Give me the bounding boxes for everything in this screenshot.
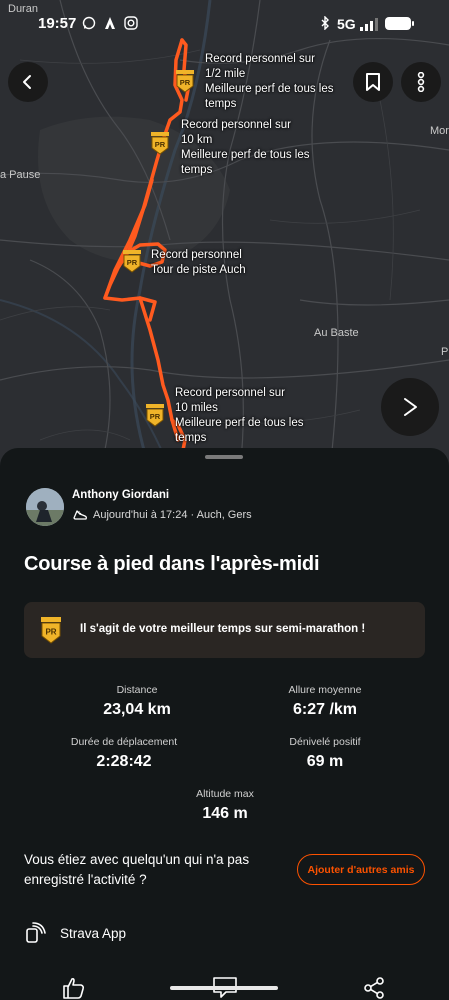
activity-details-sheet: Anthony Giordani Aujourd'hui à 17:24 · A… (0, 448, 449, 1000)
pr-medal-icon[interactable]: PR (173, 68, 197, 94)
map-place-label: Au Baste (314, 327, 359, 339)
whatsapp-icon (82, 16, 96, 30)
activity-map[interactable]: Duran Mor a Pause Au Baste P PR Record p… (0, 0, 449, 470)
flyover-play-button[interactable] (381, 378, 439, 436)
chevron-left-icon (23, 75, 31, 89)
pr-banner-text: Il s'agit de votre meilleur temps sur se… (80, 623, 366, 635)
share-icon[interactable] (362, 976, 386, 1000)
stat-moving-time: Durée de déplacement 2:28:42 (70, 736, 178, 770)
avatar[interactable] (26, 488, 64, 526)
pr-badge-text: PR (180, 78, 191, 87)
pr-medal-icon[interactable]: PR (120, 248, 144, 274)
signal-icon (360, 18, 378, 31)
back-button[interactable] (8, 62, 48, 102)
phone-device-icon (26, 922, 46, 943)
pr-medal-icon: PR (41, 617, 61, 644)
map-place-label: a Pause (0, 169, 41, 181)
status-bar: 19:57 5G (0, 0, 449, 36)
pr-medal-icon[interactable]: PR (143, 402, 167, 428)
pr-badge-text: PR (155, 140, 166, 149)
athlete-name[interactable]: Anthony Giordani (72, 489, 169, 501)
pr-banner[interactable]: PR Il s'agit de votre meilleur temps sur… (24, 602, 425, 658)
pr-label-track-lap: Record personnel Tour de piste Auch (151, 249, 246, 276)
strava-icon (105, 17, 115, 29)
activity-meta: Aujourd'hui à 17:24 · Auch, Gers (72, 508, 252, 522)
map-place-label: Mor (430, 125, 449, 137)
sheet-drag-handle[interactable] (205, 455, 243, 459)
stat-average-pace: Allure moyenne 6:27 /km (288, 684, 362, 718)
pr-medal-icon[interactable]: PR (148, 130, 172, 156)
pr-badge-text: PR (127, 258, 138, 267)
more-vertical-icon (417, 72, 425, 92)
pr-label-half-mile: Record personnel sur 1/2 mile Meilleure … (205, 53, 334, 110)
pr-badge-text: PR (45, 628, 56, 637)
friends-question: Vous étiez avec quelqu'un qui n'a pas en… (24, 852, 250, 887)
pr-badge-text: PR (150, 412, 161, 421)
pr-label-10km: Record personnel sur 10 km Meilleure per… (181, 119, 310, 176)
bookmark-button[interactable] (353, 62, 393, 102)
activity-date-location: Aujourd'hui à 17:24 · Auch, Gers (93, 509, 252, 521)
instagram-icon (124, 16, 138, 30)
stat-max-altitude: Altitude max 146 m (196, 788, 254, 822)
stat-distance: Distance 23,04 km (103, 684, 171, 718)
thumbs-up-icon[interactable] (62, 976, 86, 1000)
running-shoe-icon (73, 510, 87, 520)
play-icon (404, 398, 417, 416)
athlete-photo (26, 488, 64, 526)
battery-icon (385, 17, 414, 30)
pr-label-10-miles: Record personnel sur 10 miles Meilleure … (175, 387, 304, 444)
device-row[interactable]: Strava App (24, 922, 126, 944)
system-navigation-bar[interactable] (170, 986, 278, 990)
stat-elevation-gain: Dénivelé positif 69 m (289, 736, 361, 770)
bluetooth-icon (321, 16, 329, 30)
activity-title: Course à pied dans l'après-midi (24, 553, 320, 575)
map-place-label: P (441, 346, 449, 358)
add-friends-button[interactable]: Ajouter d'autres amis (297, 854, 425, 885)
more-options-button[interactable] (401, 62, 441, 102)
bookmark-icon (366, 73, 380, 91)
status-time: 19:57 (38, 15, 77, 32)
network-type: 5G (337, 16, 356, 32)
device-name: Strava App (60, 925, 127, 941)
